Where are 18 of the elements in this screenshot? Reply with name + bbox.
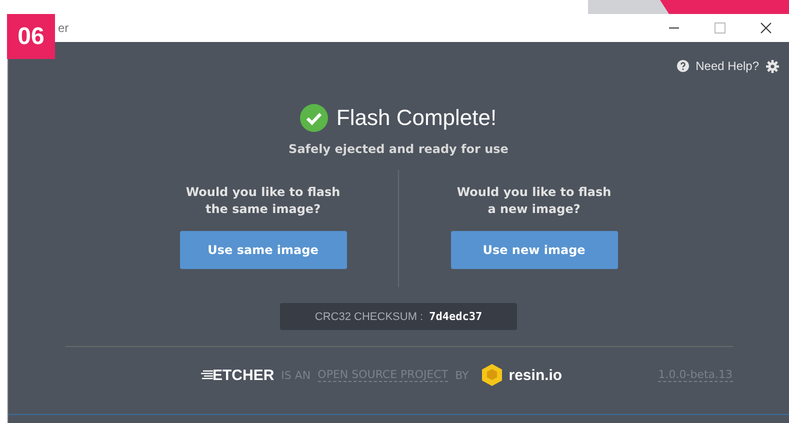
etcher-logo: ETCHER [212, 366, 274, 384]
option-question: Would you like to flash a new image? [456, 184, 612, 218]
status-title: Flash Complete! [336, 105, 497, 131]
status-subtitle: Safely ejected and ready for use [288, 142, 508, 156]
cube-icon [482, 364, 502, 386]
speed-lines-icon [200, 370, 212, 380]
resin-logo: resin.io [508, 366, 562, 384]
check-circle-icon [300, 104, 328, 132]
option-button[interactable]: Use same image [180, 231, 346, 269]
checksum-value: 7d4edc37 [429, 310, 482, 323]
checksum-label: CRC32 CHECKSUM : [314, 310, 424, 322]
help-icon[interactable] [676, 60, 689, 72]
option-button[interactable]: Use new image [450, 231, 618, 269]
step-badge: 06 [7, 14, 55, 59]
option-question: Would you like to flash the same image? [186, 184, 340, 218]
settings-icon[interactable] [766, 60, 779, 72]
window-title: er [58, 21, 69, 35]
help-link[interactable]: Need Help? [696, 59, 759, 73]
